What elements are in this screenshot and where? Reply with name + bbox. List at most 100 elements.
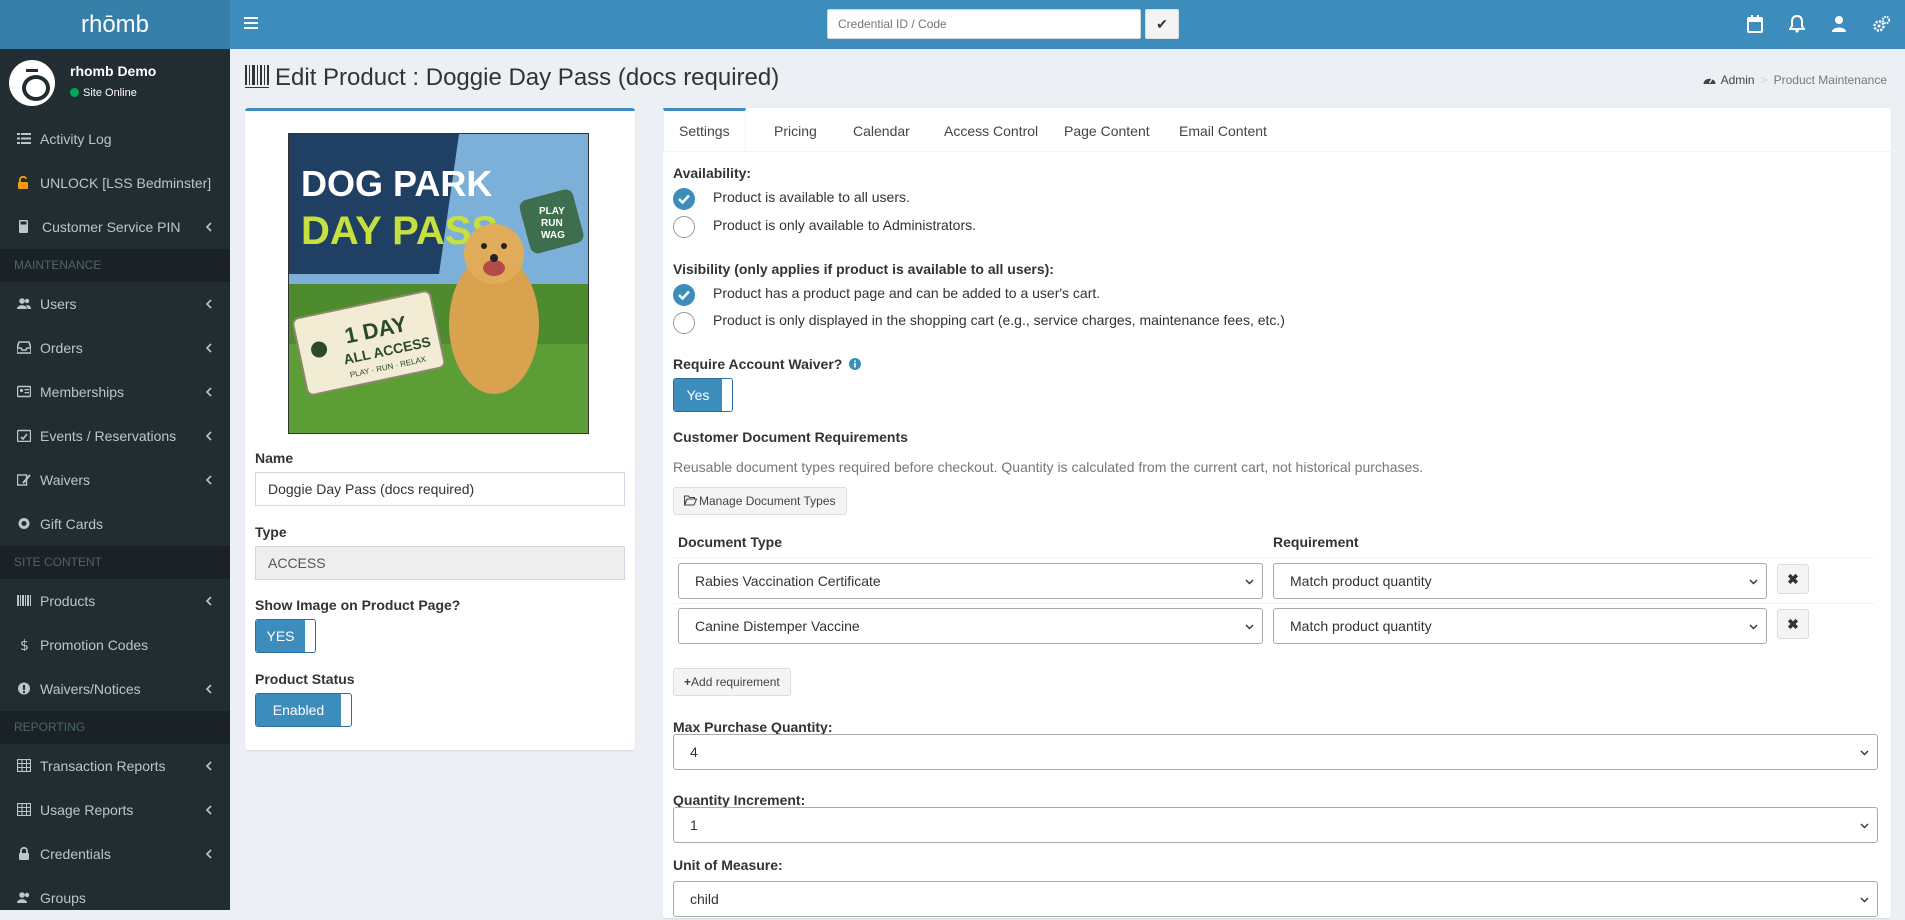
sidebar: rhomb Demo Site Online Activity Log UNLO…: [0, 49, 230, 910]
credential-search: ✔: [827, 9, 1179, 39]
credential-submit-button[interactable]: ✔: [1145, 9, 1179, 39]
tab-access-control[interactable]: Access Control: [929, 108, 1053, 152]
sidebar-item-unlock[interactable]: UNLOCK [LSS Bedminster]: [0, 161, 230, 205]
tab-pricing[interactable]: Pricing: [759, 108, 832, 152]
document-type-value: Canine Distemper Vaccine: [695, 618, 860, 634]
dollar-icon: $: [20, 638, 29, 651]
sidebar-item-customer-service-pin[interactable]: Customer Service PIN: [0, 205, 230, 249]
sidebar-item-waivers[interactable]: Waivers: [0, 458, 230, 502]
chevron-left-icon: [205, 343, 212, 353]
visibility-option-page-radio[interactable]: [673, 284, 695, 306]
chevron-left-icon: [205, 431, 212, 441]
sidebar-item-label: UNLOCK [LSS Bedminster]: [40, 175, 212, 191]
requirement-select[interactable]: Match product quantity: [1273, 608, 1767, 644]
max-purchase-quantity-select[interactable]: 4: [673, 734, 1878, 770]
product-status-label: Product Status: [255, 671, 355, 687]
chevron-down-icon: [1245, 579, 1254, 585]
document-type-select[interactable]: Rabies Vaccination Certificate: [678, 563, 1263, 599]
sidebar-item-users[interactable]: Users: [0, 282, 230, 326]
chevron-left-icon: [205, 761, 212, 771]
show-image-toggle[interactable]: YES: [255, 619, 316, 653]
breadcrumb: Admin > Product Maintenance: [1703, 73, 1887, 87]
user-status-text: Site Online: [83, 87, 137, 99]
sidebar-item-label: Products: [40, 593, 96, 609]
calendar-check-icon: [17, 429, 31, 442]
availability-option-admins-radio[interactable]: [673, 216, 695, 238]
unit-of-measure-select[interactable]: child: [673, 881, 1878, 917]
calendar-icon[interactable]: [1747, 15, 1763, 33]
barcode-icon: [245, 65, 269, 88]
tab-email-content[interactable]: Email Content: [1164, 108, 1282, 152]
table-divider: [673, 557, 1875, 558]
manage-document-types-button[interactable]: Manage Document Types: [673, 487, 847, 515]
svg-text:$: $: [20, 638, 29, 651]
document-type-select[interactable]: Canine Distemper Vaccine: [678, 608, 1263, 644]
avatar: [9, 60, 55, 106]
sidebar-item-waivers-notices[interactable]: Waivers/Notices: [0, 667, 230, 711]
signature-icon: [17, 474, 31, 486]
user-name: rhomb Demo: [70, 63, 157, 79]
chevron-down-icon: [1245, 624, 1254, 630]
manage-document-types-label: Manage Document Types: [699, 494, 836, 508]
quantity-increment-select[interactable]: 1: [673, 807, 1878, 843]
tab-settings[interactable]: Settings: [663, 108, 746, 152]
remove-requirement-button[interactable]: ✖: [1777, 564, 1809, 594]
breadcrumb-home-link[interactable]: Admin: [1721, 73, 1755, 87]
sidebar-item-transaction-reports[interactable]: Transaction Reports: [0, 744, 230, 788]
chevron-left-icon: [205, 849, 212, 859]
name-input[interactable]: Doggie Day Pass (docs required): [255, 472, 625, 506]
sidebar-item-groups[interactable]: Groups: [0, 876, 230, 920]
remove-requirement-button[interactable]: ✖: [1777, 609, 1809, 639]
user-icon[interactable]: [1831, 15, 1847, 33]
chevron-left-icon: [205, 805, 212, 815]
sidebar-item-gift-cards[interactable]: Gift Cards: [0, 502, 230, 546]
waiver-label-text: Require Account Waiver?: [673, 356, 843, 372]
sidebar-header-reporting: REPORTING: [0, 711, 230, 744]
sidebar-item-label: Customer Service PIN: [42, 219, 181, 235]
visibility-option-cart-radio[interactable]: [673, 312, 695, 334]
availability-option-admins-label: Product is only available to Administrat…: [713, 217, 977, 233]
availability-option-all-radio[interactable]: [673, 188, 695, 210]
sidebar-item-activity-log[interactable]: Activity Log: [0, 117, 230, 161]
certificate-icon: [18, 518, 30, 529]
info-icon[interactable]: [849, 358, 862, 370]
breadcrumb-current: Product Maintenance: [1773, 73, 1887, 87]
requirement-select[interactable]: Match product quantity: [1273, 563, 1767, 599]
users-icon: [17, 298, 31, 309]
product-status-toggle[interactable]: Enabled: [255, 693, 352, 727]
requirement-value: Match product quantity: [1290, 573, 1432, 589]
sidebar-item-memberships[interactable]: Memberships: [0, 370, 230, 414]
product-summary-panel: DOG PARK DAY PASS PLAY RUN WAG 1 DAY ALL…: [245, 108, 635, 750]
sidebar-item-orders[interactable]: Orders: [0, 326, 230, 370]
show-image-toggle-state: YES: [256, 620, 305, 652]
image-sign-3: WAG: [541, 230, 565, 241]
sidebar-item-credentials[interactable]: Credentials: [0, 832, 230, 876]
sidebar-item-products[interactable]: Products: [0, 579, 230, 623]
sidebar-item-promotion-codes[interactable]: $ Promotion Codes: [0, 623, 230, 667]
sidebar-item-label: Credentials: [40, 846, 111, 862]
unit-of-measure-label: Unit of Measure:: [673, 857, 783, 873]
image-sign-2: RUN: [541, 218, 563, 229]
app-logo[interactable]: rhōmb: [0, 0, 230, 49]
document-requirements-help: Reusable document types required before …: [673, 459, 1424, 475]
tab-calendar[interactable]: Calendar: [838, 108, 925, 152]
add-requirement-button[interactable]: +Add requirement: [673, 668, 791, 696]
visibility-option-page-label: Product has a product page and can be ad…: [713, 285, 1101, 301]
sidebar-item-label: Transaction Reports: [40, 758, 166, 774]
sidebar-toggle-icon[interactable]: [244, 14, 258, 34]
show-image-label: Show Image on Product Page?: [255, 597, 461, 613]
sidebar-item-label: Waivers: [40, 472, 91, 488]
list-icon: [17, 133, 31, 144]
sidebar-item-events-reservations[interactable]: Events / Reservations: [0, 414, 230, 458]
chevron-down-icon: [1749, 624, 1758, 630]
unlock-icon: [18, 176, 28, 189]
settings-gears-icon[interactable]: [1873, 15, 1891, 33]
waiver-toggle[interactable]: Yes: [673, 378, 733, 412]
bell-icon[interactable]: [1789, 15, 1805, 33]
credential-input[interactable]: [827, 9, 1141, 39]
folder-open-icon: [683, 495, 698, 506]
sidebar-item-usage-reports[interactable]: Usage Reports: [0, 788, 230, 832]
unit-of-measure-value: child: [690, 891, 719, 907]
tab-page-content[interactable]: Page Content: [1049, 108, 1165, 152]
sidebar-item-label: Orders: [40, 340, 83, 356]
